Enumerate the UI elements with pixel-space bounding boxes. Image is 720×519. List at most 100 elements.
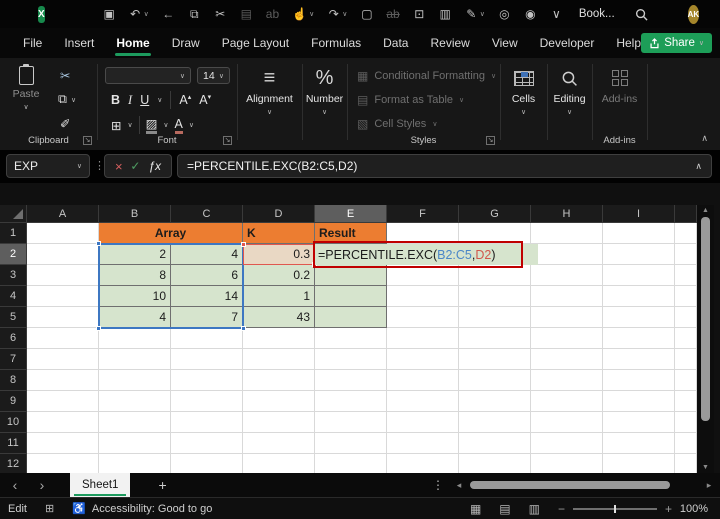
cell-I11[interactable] bbox=[603, 433, 675, 454]
cell-H6[interactable] bbox=[531, 328, 603, 349]
cell-H4[interactable] bbox=[531, 286, 603, 307]
cell-H1[interactable] bbox=[531, 223, 603, 244]
bold-button[interactable]: B bbox=[111, 93, 120, 107]
tab-draw[interactable]: Draw bbox=[161, 28, 211, 58]
cell-F1[interactable] bbox=[387, 223, 459, 244]
cell-E9[interactable] bbox=[315, 391, 387, 412]
cut-button[interactable]: ✂ bbox=[214, 8, 227, 20]
cell-F2[interactable] bbox=[387, 244, 459, 265]
tab-review[interactable]: Review bbox=[419, 28, 480, 58]
cell-H12[interactable] bbox=[531, 454, 603, 473]
tab-view[interactable]: View bbox=[481, 28, 529, 58]
editing-button[interactable]: Editing ∨ bbox=[547, 66, 592, 116]
cell-D4[interactable]: 1 bbox=[243, 286, 315, 307]
cut-button[interactable]: ✂ bbox=[60, 68, 70, 83]
cell-C11[interactable] bbox=[171, 433, 243, 454]
add-sheet-button[interactable]: + bbox=[158, 477, 166, 493]
addins-button[interactable]: Add-ins bbox=[592, 66, 647, 105]
font-dialog-launcher-icon[interactable]: ↘ bbox=[223, 136, 232, 145]
cell-A6[interactable] bbox=[27, 328, 99, 349]
cell-D2[interactable]: 0.3 bbox=[243, 244, 315, 265]
column-header-E[interactable]: E bbox=[315, 205, 387, 223]
cell-H8[interactable] bbox=[531, 370, 603, 391]
cell-G10[interactable] bbox=[459, 412, 531, 433]
cell-partial-1[interactable] bbox=[675, 223, 697, 244]
cell-D10[interactable] bbox=[243, 412, 315, 433]
cell-C9[interactable] bbox=[171, 391, 243, 412]
strikethrough-button[interactable]: ab bbox=[386, 8, 399, 20]
cell-F3[interactable] bbox=[387, 265, 459, 286]
column-header-A[interactable]: A bbox=[27, 205, 99, 223]
cell-G9[interactable] bbox=[459, 391, 531, 412]
people-search-button[interactable]: ◎ bbox=[498, 8, 511, 20]
cell-partial-12[interactable] bbox=[675, 454, 697, 473]
alignment-button[interactable]: ≡ Alignment ∨ bbox=[237, 66, 302, 116]
styles-dialog-launcher-icon[interactable]: ↘ bbox=[486, 136, 495, 145]
back-button[interactable]: ← bbox=[162, 8, 175, 20]
cell-D1[interactable]: K bbox=[243, 223, 315, 244]
cell-C3[interactable]: 6 bbox=[171, 265, 243, 286]
cell-partial-2[interactable] bbox=[675, 244, 697, 265]
prev-sheet-icon[interactable]: ‹ bbox=[0, 477, 30, 493]
cell-partial-11[interactable] bbox=[675, 433, 697, 454]
cell-B2[interactable]: 2 bbox=[99, 244, 171, 265]
underline-button[interactable]: U bbox=[140, 93, 149, 107]
cell-partial-9[interactable] bbox=[675, 391, 697, 412]
excel-logo[interactable]: X bbox=[38, 5, 45, 23]
cell-G8[interactable] bbox=[459, 370, 531, 391]
zoom-in-button[interactable]: + bbox=[665, 502, 672, 516]
cell-D12[interactable] bbox=[243, 454, 315, 473]
cell-F11[interactable] bbox=[387, 433, 459, 454]
row-header-4[interactable]: 4 bbox=[0, 286, 27, 307]
vertical-scrollbar-thumb[interactable] bbox=[701, 217, 710, 421]
horizontal-scrollbar[interactable]: ◂ ▸ bbox=[452, 476, 716, 494]
cell-G11[interactable] bbox=[459, 433, 531, 454]
insert-function-icon[interactable]: ƒx bbox=[148, 159, 161, 173]
cell-A2[interactable] bbox=[27, 244, 99, 265]
cell-C8[interactable] bbox=[171, 370, 243, 391]
new-file-button[interactable]: ▢ bbox=[360, 8, 373, 20]
cell-F9[interactable] bbox=[387, 391, 459, 412]
cell-F6[interactable] bbox=[387, 328, 459, 349]
cell-D5[interactable]: 43 bbox=[243, 307, 315, 328]
cell-D9[interactable] bbox=[243, 391, 315, 412]
cell-H11[interactable] bbox=[531, 433, 603, 454]
column-header-partial[interactable] bbox=[675, 205, 697, 223]
cell-partial-7[interactable] bbox=[675, 349, 697, 370]
cell-A4[interactable] bbox=[27, 286, 99, 307]
column-header-G[interactable]: G bbox=[459, 205, 531, 223]
collapse-ribbon-icon[interactable]: ∧ bbox=[701, 133, 708, 144]
cell-H2[interactable] bbox=[531, 244, 603, 265]
row-header-9[interactable]: 9 bbox=[0, 391, 27, 412]
cell-A1[interactable] bbox=[27, 223, 99, 244]
scroll-up-icon[interactable]: ▲ bbox=[697, 207, 714, 214]
cell-mode-indicator[interactable]: Edit bbox=[8, 503, 27, 515]
scroll-left-icon[interactable]: ◂ bbox=[452, 480, 466, 491]
enter-check-icon[interactable]: ✓ bbox=[130, 159, 140, 173]
qat-overflow-button[interactable]: ∨ bbox=[550, 8, 563, 20]
cell-B3[interactable]: 8 bbox=[99, 265, 171, 286]
vertical-scrollbar[interactable]: ▲ ▼ bbox=[697, 205, 714, 473]
tab-home[interactable]: Home bbox=[105, 28, 160, 58]
cell-I4[interactable] bbox=[603, 286, 675, 307]
cell-F7[interactable] bbox=[387, 349, 459, 370]
cell-H7[interactable] bbox=[531, 349, 603, 370]
page-break-view-icon[interactable]: ▥ bbox=[529, 502, 540, 516]
zoom-out-button[interactable]: − bbox=[558, 502, 565, 516]
cell-G2[interactable] bbox=[459, 244, 531, 265]
cell-H10[interactable] bbox=[531, 412, 603, 433]
cell-I6[interactable] bbox=[603, 328, 675, 349]
normal-view-icon[interactable]: ▦ bbox=[470, 502, 481, 516]
expand-formula-bar-icon[interactable]: ∧ bbox=[695, 161, 702, 172]
row-header-6[interactable]: 6 bbox=[0, 328, 27, 349]
search-icon[interactable] bbox=[635, 8, 648, 21]
cell-B10[interactable] bbox=[99, 412, 171, 433]
cell-styles-button[interactable]: ▧ Cell Styles ∨ bbox=[357, 114, 437, 134]
touch-mode-button[interactable]: ☝ ∨ bbox=[292, 8, 314, 20]
copy-button[interactable]: ⧉ ∨ bbox=[58, 92, 76, 107]
sheet-options-icon[interactable]: ⋮ bbox=[432, 478, 444, 492]
replace-button[interactable]: ab bbox=[266, 8, 279, 20]
fill-color-button[interactable]: ▨ bbox=[145, 116, 158, 134]
cell-C5[interactable]: 7 bbox=[171, 307, 243, 328]
redo-button[interactable]: ↷ ∨ bbox=[327, 8, 348, 20]
